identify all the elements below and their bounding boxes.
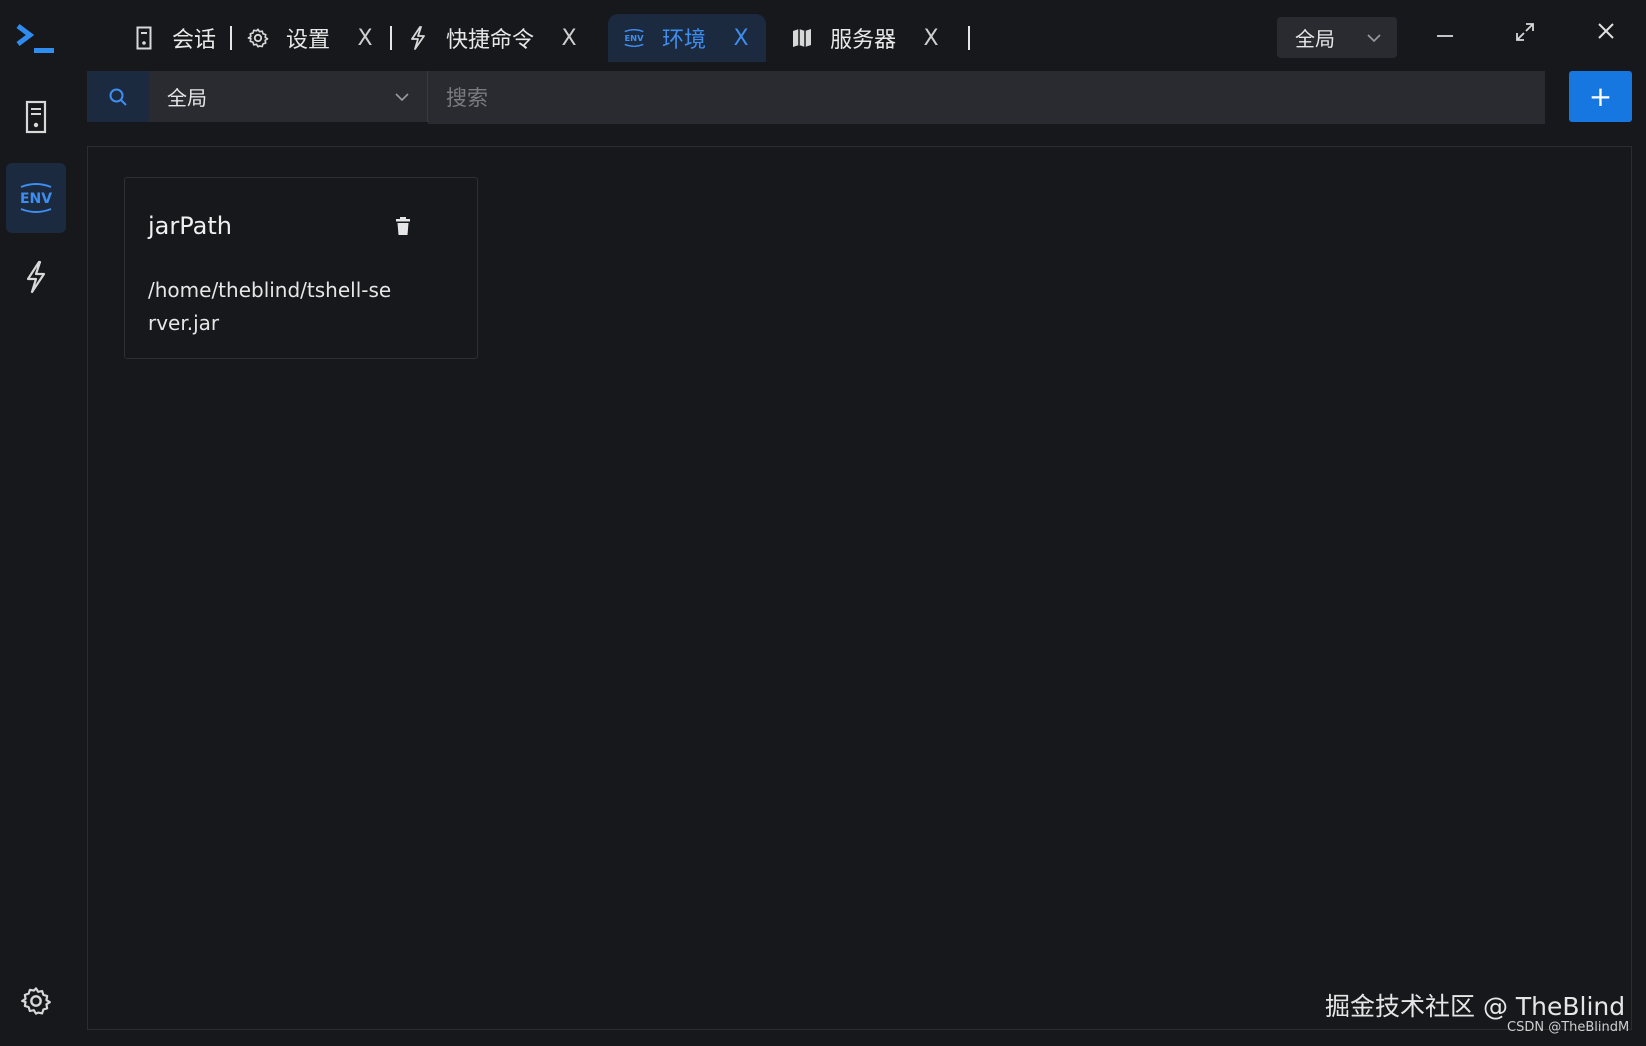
gear-icon	[21, 987, 51, 1015]
tab-label: 设置	[286, 28, 331, 53]
scope-filter-value: 全局	[167, 86, 207, 110]
env-icon: ENV	[622, 26, 646, 50]
sidebar-item-settings[interactable]	[6, 966, 66, 1036]
tab-environment[interactable]: ENV 环境 X	[608, 14, 767, 62]
lightning-icon	[26, 260, 46, 294]
minimize-button[interactable]	[1425, 16, 1465, 56]
environment-list: jarPath /home/theblind/tshell-server.jar	[87, 146, 1632, 1030]
tab-label: 快捷命令	[446, 28, 535, 53]
tab-close-button[interactable]: X	[354, 26, 376, 51]
app-window: 会话 设置 X 快捷命令 X ENV 环境 X 服务器 X 全局 ENV 全局 …	[0, 0, 1646, 1046]
map-icon	[790, 26, 814, 50]
scope-select[interactable]: 全局	[1277, 17, 1397, 58]
tab-settings[interactable]: 设置 X	[232, 14, 390, 62]
scope-select-value: 全局	[1295, 27, 1335, 51]
lightning-icon	[406, 26, 430, 50]
maximize-button[interactable]	[1505, 12, 1545, 52]
search-bar: 全局	[87, 71, 1545, 124]
scope-filter-select[interactable]: 全局	[149, 71, 428, 122]
tab-servers[interactable]: 服务器 X	[776, 14, 956, 62]
tab-close-button[interactable]: X	[558, 26, 580, 51]
environment-value: /home/theblind/tshell-server.jar	[148, 278, 392, 335]
watermark: 掘金技术社区 @ TheBlind	[1325, 992, 1626, 1021]
watermark-sub: CSDN @TheBlindM	[1507, 1020, 1630, 1035]
env-icon: ENV	[20, 183, 52, 213]
environment-name: jarPath	[148, 212, 232, 240]
tab-separator	[968, 26, 971, 50]
sidebar-rail: ENV	[0, 72, 72, 1046]
environment-card[interactable]: jarPath /home/theblind/tshell-server.jar	[124, 177, 478, 359]
sidebar-item-quick-commands[interactable]	[6, 242, 66, 312]
tab-strip: 会话 设置 X 快捷命令 X ENV 环境 X 服务器 X	[118, 14, 971, 62]
tab-quick-commands[interactable]: 快捷命令 X	[392, 14, 594, 62]
tab-label: 会话	[172, 28, 217, 53]
search-input[interactable]	[428, 71, 1545, 124]
terminal-logo-icon	[16, 24, 54, 53]
minimize-icon	[1437, 35, 1453, 37]
svg-text:ENV: ENV	[20, 191, 52, 207]
tab-label: 服务器	[830, 28, 897, 53]
search-icon	[109, 88, 127, 106]
title-bar: 会话 设置 X 快捷命令 X ENV 环境 X 服务器 X 全局	[0, 0, 1646, 72]
tab-close-button[interactable]: X	[730, 26, 752, 51]
tab-label: 环境	[662, 28, 707, 53]
search-button[interactable]	[87, 71, 149, 122]
chevron-down-icon	[1367, 34, 1381, 43]
gear-icon	[246, 26, 270, 50]
svg-text:ENV: ENV	[625, 33, 645, 43]
chevron-down-icon	[395, 93, 409, 102]
expand-icon	[1516, 23, 1534, 41]
close-window-button[interactable]	[1586, 11, 1626, 51]
server-icon	[25, 100, 47, 134]
add-environment-button[interactable]: +	[1569, 71, 1632, 122]
tab-sessions[interactable]: 会话	[118, 14, 230, 62]
server-icon	[132, 26, 156, 50]
tab-close-button[interactable]: X	[920, 26, 942, 51]
sidebar-item-environment[interactable]: ENV	[6, 163, 66, 233]
close-icon	[1598, 23, 1614, 39]
trash-icon[interactable]	[391, 214, 415, 238]
sidebar-item-sessions[interactable]	[6, 82, 66, 152]
